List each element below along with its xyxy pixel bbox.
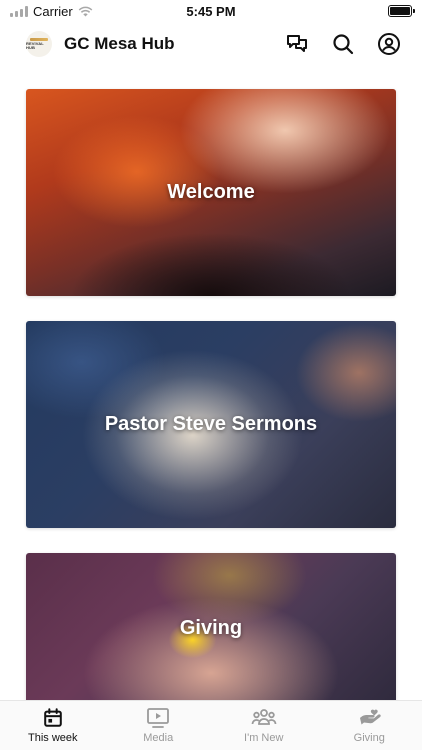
giving-hand-icon xyxy=(360,709,381,725)
tab-media[interactable]: Media xyxy=(106,701,212,750)
chat-icon[interactable] xyxy=(284,31,310,57)
card-welcome[interactable]: Welcome xyxy=(26,89,396,296)
card-title: Giving xyxy=(179,616,243,639)
header-actions xyxy=(284,31,402,57)
wifi-icon xyxy=(78,6,93,16)
status-time: 5:45 PM xyxy=(186,3,236,19)
tab-label: This week xyxy=(27,732,78,744)
app-title: GC Mesa Hub xyxy=(64,34,175,53)
card-title: Welcome xyxy=(167,181,255,203)
calendar-icon xyxy=(43,708,62,727)
search-icon[interactable] xyxy=(330,31,356,57)
app-header: REVIVAL HUB GC Mesa Hub xyxy=(0,24,422,64)
profile-icon[interactable] xyxy=(376,31,402,57)
video-icon xyxy=(147,708,170,728)
battery-icon xyxy=(388,5,415,17)
people-icon xyxy=(251,709,277,725)
tab-im-new[interactable]: I'm New xyxy=(211,701,317,750)
tab-label: Giving xyxy=(353,732,385,744)
status-bar: Carrier 5:45 PM xyxy=(0,0,422,22)
card-giving[interactable]: Giving xyxy=(26,553,396,703)
card-pastor-steve-sermons[interactable]: Pastor Steve Sermons xyxy=(26,321,396,528)
carrier-label: Carrier xyxy=(33,3,73,19)
logo-text: REVIVAL HUB xyxy=(26,41,44,50)
tab-label: I'm New xyxy=(244,732,284,744)
tab-label: Media xyxy=(143,732,174,744)
card-title: Pastor Steve Sermons xyxy=(104,413,318,435)
app-logo: REVIVAL HUB xyxy=(26,31,52,57)
status-left: Carrier xyxy=(10,4,93,19)
tab-giving[interactable]: Giving xyxy=(317,701,422,750)
tab-bar: This week Media I'm New Giving xyxy=(0,700,422,750)
tab-this-week[interactable]: This week xyxy=(0,701,106,750)
signal-icon xyxy=(10,5,28,17)
